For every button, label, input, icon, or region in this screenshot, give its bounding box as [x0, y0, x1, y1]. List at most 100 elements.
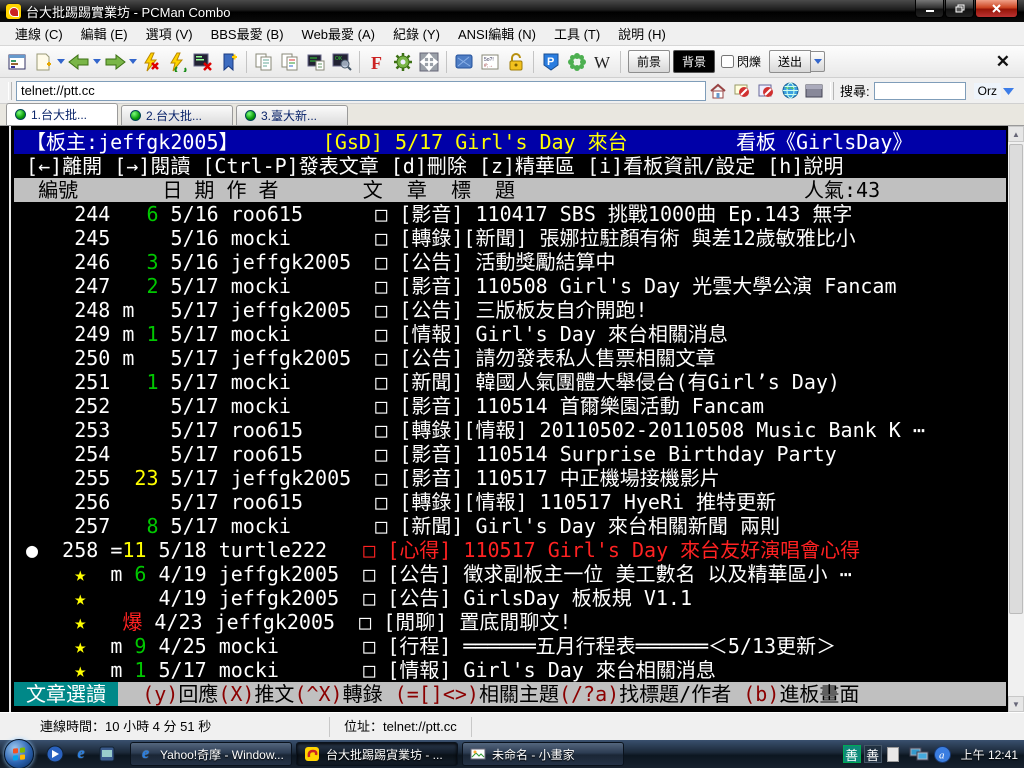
terminal-scrollbar[interactable]: ▲ ▼	[1008, 126, 1024, 712]
searchbar-grip[interactable]	[830, 81, 835, 100]
terminal-line[interactable]: 255 23 5/17 jeffgk2005 □ [影音] 110517 中正機…	[14, 466, 1006, 490]
quicklaunch-ie-icon[interactable]: e	[70, 743, 92, 765]
close-button[interactable]	[975, 0, 1018, 18]
add-bookmark-icon[interactable]	[216, 49, 242, 75]
terminal-line[interactable]: ★ m 9 4/25 mocki □ [行程] ══════五月行程表═════…	[14, 634, 1006, 658]
terminal-line[interactable]: 249 m 1 5/17 mocki □ [情報] Girl's Day 來台相…	[14, 322, 1006, 346]
menu-item-7[interactable]: 工具 (T)	[545, 21, 609, 46]
address-input[interactable]	[16, 80, 707, 101]
close-connection-icon[interactable]	[190, 49, 216, 75]
toolbar-close-icon[interactable]: ✕	[986, 52, 1020, 72]
codepage-icon[interactable]: 5o?! #;→	[477, 49, 503, 75]
terminal-line-selected[interactable]: ● 258 =11 5/18 turtle222 □ [心得] 110517 G…	[14, 538, 1006, 562]
quicklaunch-media-player-icon[interactable]	[44, 743, 66, 765]
term-segment: [轉錄][情報] 110517 HyeRi 推特更新	[399, 490, 777, 514]
menu-item-6[interactable]: ANSI編輯 (N)	[449, 21, 545, 46]
menu-item-2[interactable]: 選項 (V)	[137, 21, 202, 46]
send-dropdown-icon[interactable]	[811, 51, 826, 72]
copy-ansi-icon[interactable]	[277, 49, 303, 75]
term-segment: 252 5/17 mocki	[14, 394, 376, 418]
terminal-line[interactable]: 248 m 5/17 jeffgk2005 □ [公告] 三版板友自介開跑!	[14, 298, 1006, 322]
minimize-button[interactable]	[915, 0, 944, 18]
title-bar[interactable]: 台大批踢踢實業坊 - PCMan Combo	[0, 0, 1024, 22]
session-tab-2[interactable]: 2.台大批...	[121, 105, 233, 125]
menu-item-4[interactable]: Web最愛 (A)	[293, 21, 384, 46]
task-button-1[interactable]: e Yahoo!奇摩 - Window...	[130, 742, 292, 766]
send-button[interactable]: 送出	[769, 50, 812, 73]
restore-button[interactable]	[945, 0, 974, 18]
terminal-line[interactable]: 253 5/17 roo615 □ [轉錄][情報] 20110502-2011…	[14, 418, 1006, 442]
menu-item-0[interactable]: 連線 (C)	[6, 21, 72, 46]
blink-checkbox[interactable]	[721, 55, 735, 68]
terminal-line[interactable]: 246 3 5/16 jeffgk2005 □ [公告] 活動獎勵結算中	[14, 250, 1006, 274]
ptt-flower-icon[interactable]	[564, 49, 590, 75]
reconnect-icon[interactable]	[164, 49, 190, 75]
wikipedia-icon[interactable]: W	[590, 49, 616, 75]
term-segment: □	[375, 418, 400, 442]
menu-item-1[interactable]: 編輯 (E)	[72, 21, 137, 46]
menu-item-5[interactable]: 紀錄 (Y)	[384, 21, 449, 46]
terminal-line[interactable]: 256 5/17 roo615 □ [轉錄][情報] 110517 HyeRi …	[14, 490, 1006, 514]
search-engine-label[interactable]: Orz	[973, 82, 1001, 99]
terminal-line[interactable]: ★ 4/19 jeffgk2005 □ [公告] GirlsDay 板板規 V1…	[14, 586, 1006, 610]
disconnect-icon[interactable]	[138, 49, 164, 75]
block-ad-icon[interactable]	[754, 80, 778, 102]
new-connection-dropdown-icon[interactable]	[56, 49, 66, 75]
scroll-up-icon[interactable]: ▲	[1008, 126, 1024, 142]
start-button[interactable]	[4, 739, 34, 768]
terminal-line[interactable]: ★ m 1 5/17 mocki □ [情報] Girl's Day 來台相關消…	[14, 658, 1006, 682]
session-tab-1[interactable]: 1.台大批...	[6, 103, 118, 125]
forward-dropdown-icon[interactable]	[128, 49, 138, 75]
foreground-button[interactable]: 前景	[628, 50, 671, 73]
window-view-icon[interactable]	[802, 80, 826, 102]
search-input[interactable]	[873, 81, 966, 100]
paste-icon[interactable]	[303, 49, 329, 75]
search-engine-dropdown-icon[interactable]	[1003, 82, 1014, 100]
terminal-line[interactable]: 250 m 5/17 jeffgk2005 □ [公告] 請勿發表私人售票相關文…	[14, 346, 1006, 370]
open-terminal-search-icon[interactable]: OK	[329, 49, 355, 75]
terminal-line[interactable]: 247 2 5/17 mocki □ [影音] 110508 Girl's Da…	[14, 274, 1006, 298]
forward-icon[interactable]	[102, 49, 128, 75]
language-bar-icon[interactable]: a	[933, 745, 951, 763]
ime-icon-1[interactable]: 善	[842, 745, 861, 763]
fit-window-icon[interactable]	[416, 49, 442, 75]
quicklaunch-messenger-icon[interactable]	[96, 743, 118, 765]
menu-item-8[interactable]: 說明 (H)	[609, 21, 675, 46]
scroll-down-icon[interactable]: ▼	[1008, 696, 1024, 712]
home-icon[interactable]	[706, 80, 730, 102]
task-button-2[interactable]: 台大批踢踢寊業坊 - ...	[296, 742, 458, 766]
terminal-line[interactable]: ★ m 6 4/19 jeffgk2005 □ [公告] 徵求副板主一位 美工數…	[14, 562, 1006, 586]
taskbar-clock[interactable]: 上午 12:41	[961, 746, 1018, 763]
terminal-line[interactable]: 252 5/17 mocki □ [影音] 110514 首爾樂園活動 Fanc…	[14, 394, 1006, 418]
background-button[interactable]: 背景	[673, 50, 716, 73]
back-dropdown-icon[interactable]	[92, 49, 102, 75]
terminal-line[interactable]: 244 6 5/16 roo615 □ [影音] 110417 SBS 挑戰10…	[14, 202, 1006, 226]
terminal-line[interactable]: 245 5/16 mocki □ [轉錄][新聞] 張娜拉駐顏有術 與差12歲敏…	[14, 226, 1006, 250]
terminal-line[interactable]: 254 5/17 roo615 □ [影音] 110514 Surprise B…	[14, 442, 1006, 466]
term-segment: [公告] 徵求副板主一位 美工數名 以及精華區小 ⋯	[387, 562, 852, 586]
new-connection-icon[interactable]	[30, 49, 56, 75]
terminal-screen[interactable]: 【板主:jeffgk2005】 [GsD] 5/17 Girl's Day 來台…	[0, 126, 1024, 712]
settings-gear-icon[interactable]	[390, 49, 416, 75]
terminal-line[interactable]: ★ 爆 4/23 jeffgk2005 □ [閒聊] 置底閒聊文!	[14, 610, 1006, 634]
terminal-line[interactable]: 257 8 5/17 mocki □ [新聞] Girl's Day 來台相關新…	[14, 514, 1006, 538]
globe-icon[interactable]	[778, 80, 802, 102]
network-icon[interactable]	[909, 746, 929, 762]
session-tab-3[interactable]: 3.臺大新...	[236, 105, 348, 125]
pcman-site-icon[interactable]: P	[538, 49, 564, 75]
block-popup-icon[interactable]	[730, 80, 754, 102]
font-icon[interactable]: F	[364, 49, 390, 75]
sessions-icon[interactable]	[4, 49, 30, 75]
lock-icon[interactable]	[503, 49, 529, 75]
ime-icon-2[interactable]: 善	[863, 745, 882, 763]
task-button-3[interactable]: 未命名 - 小畫家	[462, 742, 624, 766]
addressbar-grip[interactable]	[8, 81, 12, 100]
copy-icon[interactable]	[251, 49, 277, 75]
scrollbar-thumb[interactable]	[1009, 144, 1023, 614]
term-segment: 回應	[178, 682, 219, 706]
ime-toolbar-icon[interactable]	[886, 746, 899, 762]
menu-item-3[interactable]: BBS最愛 (B)	[202, 21, 293, 46]
window-mode-icon[interactable]	[451, 49, 477, 75]
back-icon[interactable]	[66, 49, 92, 75]
terminal-line[interactable]: 251 1 5/17 mocki □ [新聞] 韓國人氣團體大舉侵台(有Girl…	[14, 370, 1006, 394]
